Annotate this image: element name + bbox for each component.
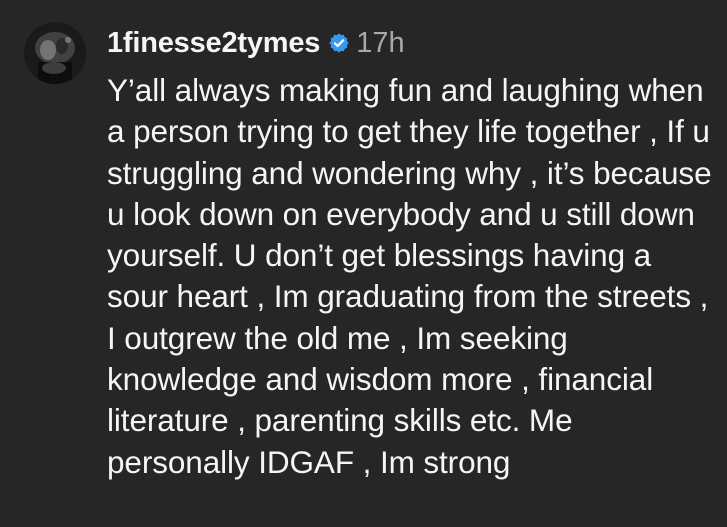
comment: 1finesse2tymes 17h Y’all always making f…: [0, 0, 727, 527]
timestamp: 17h: [356, 26, 405, 59]
avatar[interactable]: [24, 22, 86, 84]
avatar-photo: [24, 22, 86, 84]
username[interactable]: 1finesse2tymes: [107, 27, 320, 60]
comment-header: 1finesse2tymes 17h: [107, 24, 405, 62]
comment-text: Y’all always making fun and laughing whe…: [107, 72, 712, 480]
verified-badge-icon: [328, 32, 350, 54]
